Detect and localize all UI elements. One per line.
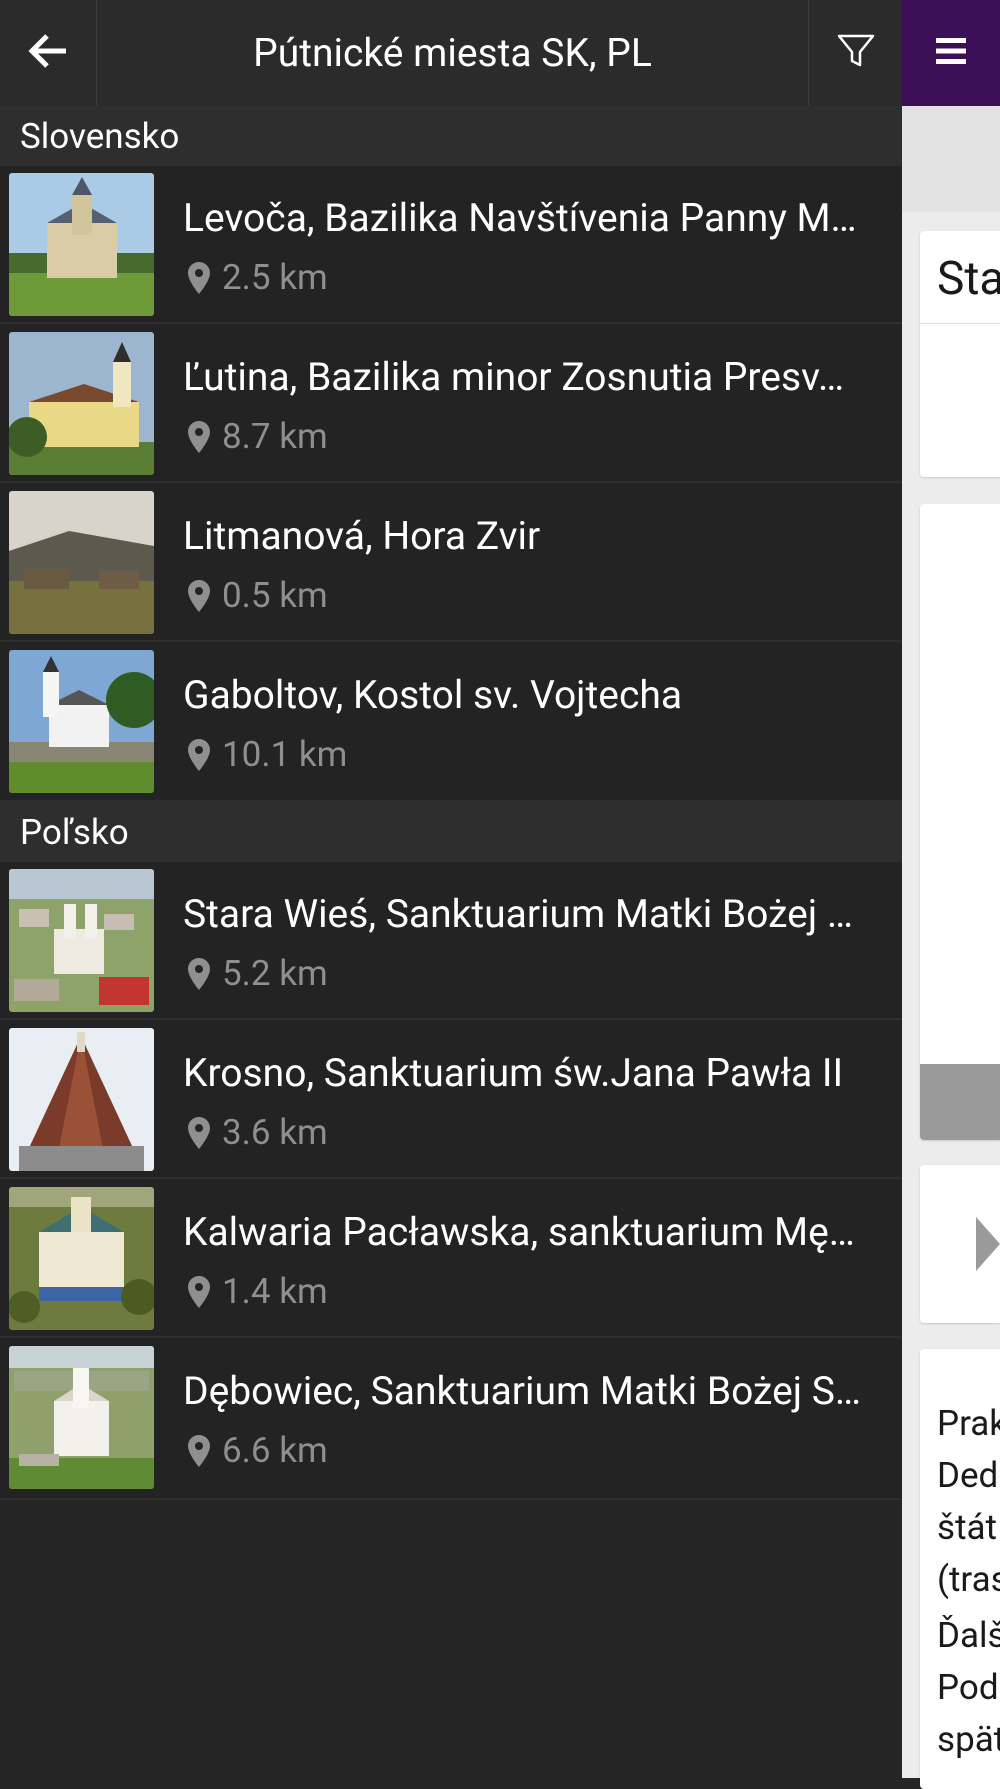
main-menu-button[interactable] <box>902 0 1000 106</box>
list-item[interactable]: Levoča, Bazilika Navštívenia Panny M… 2.… <box>0 166 902 324</box>
place-thumbnail <box>9 173 154 316</box>
location-pin-icon <box>188 262 210 294</box>
place-distance: 10.1 km <box>188 733 347 777</box>
places-drawer: Pútnické miesta SK, PL Slovensko Levoča,… <box>0 0 902 1778</box>
distance-value: 5.2 km <box>222 953 328 994</box>
distance-value: 10.1 km <box>222 734 348 775</box>
list-item[interactable]: Dębowiec, Sanktuarium Matki Bożej S… 6.6… <box>0 1339 902 1500</box>
location-pin-icon <box>188 739 210 771</box>
location-pin-icon <box>188 1276 210 1308</box>
location-pin-icon <box>188 958 210 990</box>
location-pin-icon <box>188 421 210 453</box>
page-title: Pútnické miesta SK, PL <box>253 30 652 76</box>
place-title: Levoča, Bazilika Navštívenia Panny M… <box>183 195 857 241</box>
list-item[interactable]: Stara Wieś, Sanktuarium Matki Bożej … 5.… <box>0 862 902 1020</box>
place-distance: 2.5 km <box>188 256 328 300</box>
place-thumbnail <box>9 1187 154 1330</box>
place-distance: 6.6 km <box>188 1429 328 1473</box>
place-distance: 5.2 km <box>188 952 328 996</box>
place-thumbnail <box>9 869 154 1012</box>
place-title: Kalwaria Pacławska, sanktuarium Mę… <box>183 1209 855 1255</box>
back-button[interactable] <box>0 0 97 106</box>
distance-value: 6.6 km <box>222 1430 328 1471</box>
hamburger-menu-icon <box>936 37 966 69</box>
distance-value: 1.4 km <box>222 1271 328 1312</box>
place-title: Stara Wieś, Sanktuarium Matki Bożej … <box>183 891 853 937</box>
place-distance: 1.4 km <box>188 1270 328 1314</box>
background-card-media <box>920 504 1000 1140</box>
place-title: Litmanová, Hora Zvir <box>183 513 541 559</box>
place-distance: 8.7 km <box>188 415 328 459</box>
background-paragraph-2: Ďalš Pod spät <box>937 1615 1000 1760</box>
place-thumbnail <box>9 491 154 634</box>
place-title: Gaboltov, Kostol sv. Vojtecha <box>183 672 683 718</box>
list-item[interactable]: Kalwaria Pacławska, sanktuarium Mę… 1.4 … <box>0 1180 902 1338</box>
place-distance: 0.5 km <box>188 574 328 618</box>
distance-value: 3.6 km <box>222 1112 328 1153</box>
section-header-slovensko: Slovensko <box>0 106 902 166</box>
filter-icon <box>837 33 875 73</box>
place-distance: 3.6 km <box>188 1111 328 1155</box>
arrow-left-icon <box>28 33 68 73</box>
distance-value: 2.5 km <box>222 257 328 298</box>
play-icon <box>976 1217 1000 1275</box>
place-title: Dębowiec, Sanktuarium Matki Bożej S… <box>183 1368 862 1414</box>
filter-button[interactable] <box>808 0 902 106</box>
section-header-polsko: Poľsko <box>0 802 902 862</box>
background-paragraph-1: Prak Ded štát (tras <box>937 1403 1000 1600</box>
distance-value: 8.7 km <box>222 416 328 457</box>
place-thumbnail <box>9 332 154 475</box>
place-title: Ľutina, Bazilika minor Zosnutia Presv… <box>183 354 845 400</box>
place-title: Krosno, Sanktuarium św.Jana Pawła II <box>183 1050 844 1096</box>
location-pin-icon <box>188 1435 210 1467</box>
location-pin-icon <box>188 1117 210 1149</box>
list-item[interactable]: Litmanová, Hora Zvir 0.5 km <box>0 484 902 642</box>
place-thumbnail <box>9 1346 154 1489</box>
background-card-heading: Sta <box>937 252 1000 306</box>
list-item[interactable]: Krosno, Sanktuarium św.Jana Pawła II 3.6… <box>0 1021 902 1179</box>
drawer-header: Pútnické miesta SK, PL <box>0 0 902 107</box>
place-thumbnail <box>9 1028 154 1171</box>
distance-value: 0.5 km <box>222 575 328 616</box>
location-pin-icon <box>188 580 210 612</box>
list-item[interactable]: Gaboltov, Kostol sv. Vojtecha 10.1 km <box>0 643 902 802</box>
background-card-player <box>920 1165 1000 1323</box>
list-item[interactable]: Ľutina, Bazilika minor Zosnutia Presv… 8… <box>0 325 902 483</box>
place-thumbnail <box>9 650 154 793</box>
